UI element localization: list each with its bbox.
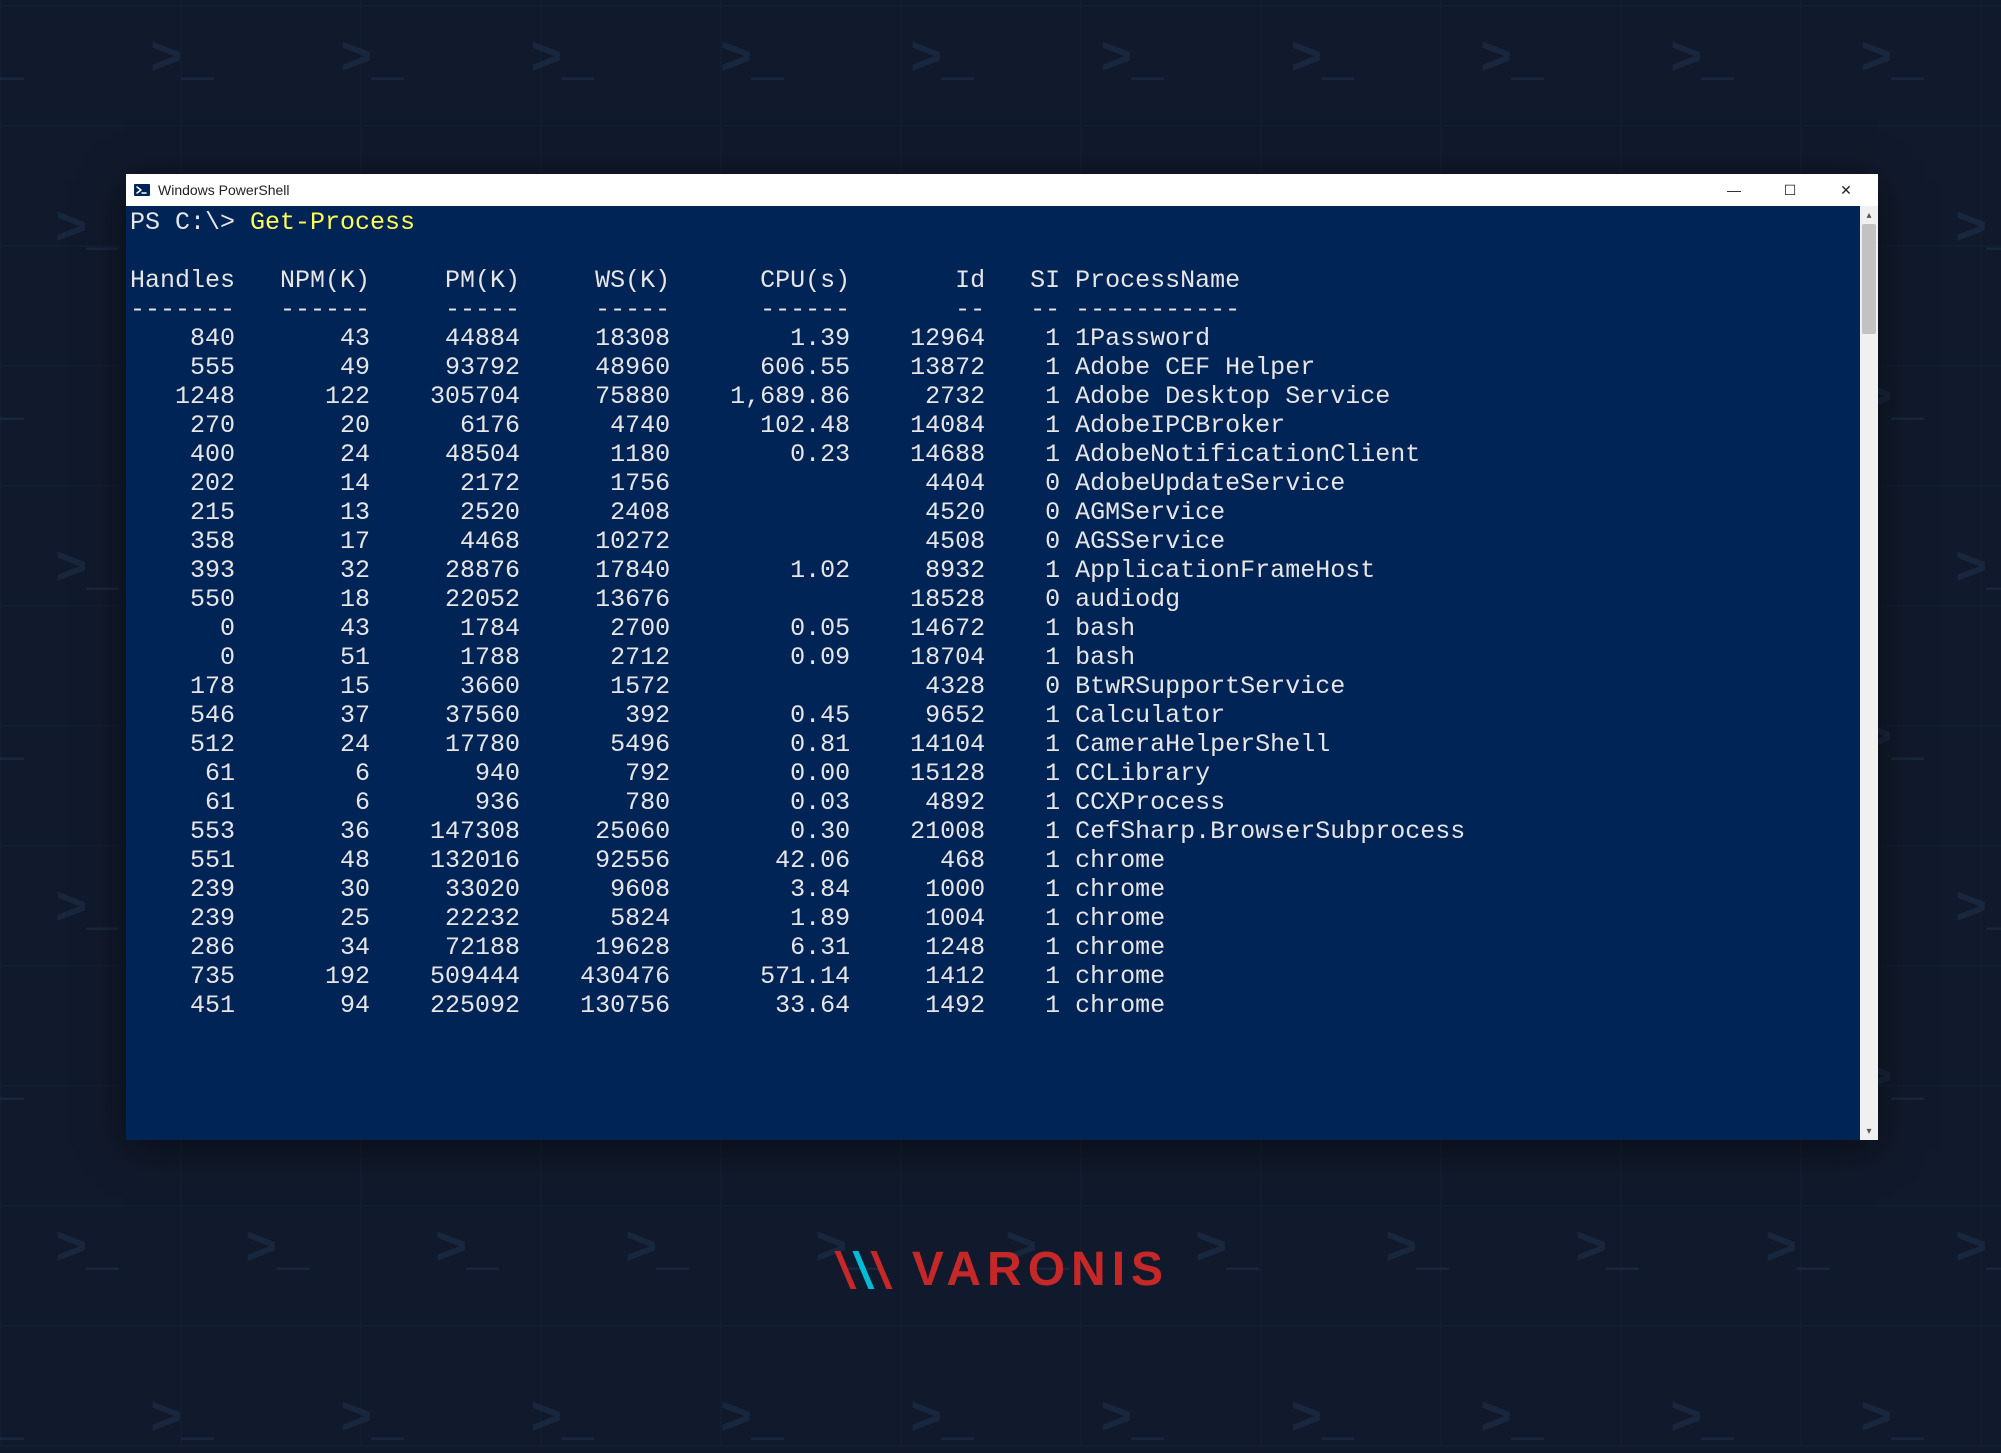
powershell-icon xyxy=(134,182,150,198)
varonis-logo-icon xyxy=(832,1245,898,1295)
command-text: Get-Process xyxy=(250,208,415,237)
table-row: 358 17 4468 10272 4508 0 AGSService xyxy=(130,527,1225,556)
close-button[interactable]: ✕ xyxy=(1818,174,1874,206)
table-divider: ------- ------ ----- ----- ------ -- -- … xyxy=(130,295,1240,324)
table-row: 735 192 509444 430476 571.14 1412 1 chro… xyxy=(130,962,1165,991)
scroll-track[interactable] xyxy=(1860,224,1878,1122)
table-row: 61 6 940 792 0.00 15128 1 CCLibrary xyxy=(130,759,1210,788)
varonis-logo: VARONIS xyxy=(832,1242,1169,1297)
table-row: 400 24 48504 1180 0.23 14688 1 AdobeNoti… xyxy=(130,440,1420,469)
window-title: Windows PowerShell xyxy=(158,182,290,198)
powershell-window: Windows PowerShell — ☐ ✕ PS C:\> Get-Pro… xyxy=(126,174,1878,1140)
minimize-button[interactable]: — xyxy=(1706,174,1762,206)
table-row: 553 36 147308 25060 0.30 21008 1 CefShar… xyxy=(130,817,1465,846)
table-row: 61 6 936 780 0.03 4892 1 CCXProcess xyxy=(130,788,1225,817)
maximize-button[interactable]: ☐ xyxy=(1762,174,1818,206)
maximize-icon: ☐ xyxy=(1784,182,1797,199)
titlebar[interactable]: Windows PowerShell — ☐ ✕ xyxy=(126,174,1878,206)
close-icon: ✕ xyxy=(1840,182,1852,199)
table-row: 546 37 37560 392 0.45 9652 1 Calculator xyxy=(130,701,1225,730)
varonis-logo-text: VARONIS xyxy=(912,1242,1169,1297)
table-row: 215 13 2520 2408 4520 0 AGMService xyxy=(130,498,1225,527)
scroll-thumb[interactable] xyxy=(1862,224,1876,334)
table-row: 178 15 3660 1572 4328 0 BtwRSupportServi… xyxy=(130,672,1345,701)
scroll-down-arrow-icon[interactable]: ▾ xyxy=(1860,1122,1878,1140)
scroll-up-arrow-icon[interactable]: ▴ xyxy=(1860,206,1878,224)
console-output[interactable]: PS C:\> Get-Process Handles NPM(K) PM(K)… xyxy=(126,206,1860,1140)
table-row: 551 48 132016 92556 42.06 468 1 chrome xyxy=(130,846,1165,875)
table-row: 451 94 225092 130756 33.64 1492 1 chrome xyxy=(130,991,1165,1020)
scrollbar[interactable]: ▴ ▾ xyxy=(1860,206,1878,1140)
table-row: 239 30 33020 9608 3.84 1000 1 chrome xyxy=(130,875,1165,904)
table-row: 286 34 72188 19628 6.31 1248 1 chrome xyxy=(130,933,1165,962)
table-row: 550 18 22052 13676 18528 0 audiodg xyxy=(130,585,1180,614)
table-row: 512 24 17780 5496 0.81 14104 1 CameraHel… xyxy=(130,730,1330,759)
table-row: 393 32 28876 17840 1.02 8932 1 Applicati… xyxy=(130,556,1375,585)
table-row: 0 43 1784 2700 0.05 14672 1 bash xyxy=(130,614,1135,643)
table-row: 202 14 2172 1756 4404 0 AdobeUpdateServi… xyxy=(130,469,1345,498)
table-row: 1248 122 305704 75880 1,689.86 2732 1 Ad… xyxy=(130,382,1390,411)
table-row: 555 49 93792 48960 606.55 13872 1 Adobe … xyxy=(130,353,1315,382)
table-row: 0 51 1788 2712 0.09 18704 1 bash xyxy=(130,643,1135,672)
table-row: 840 43 44884 18308 1.39 12964 1 1Passwor… xyxy=(130,324,1210,353)
table-row: 270 20 6176 4740 102.48 14084 1 AdobeIPC… xyxy=(130,411,1285,440)
minimize-icon: — xyxy=(1727,182,1741,198)
table-row: 239 25 22232 5824 1.89 1004 1 chrome xyxy=(130,904,1165,933)
console-area: PS C:\> Get-Process Handles NPM(K) PM(K)… xyxy=(126,206,1878,1140)
table-header: Handles NPM(K) PM(K) WS(K) CPU(s) Id SI … xyxy=(130,266,1240,295)
prompt-text: PS C:\> xyxy=(130,208,250,237)
